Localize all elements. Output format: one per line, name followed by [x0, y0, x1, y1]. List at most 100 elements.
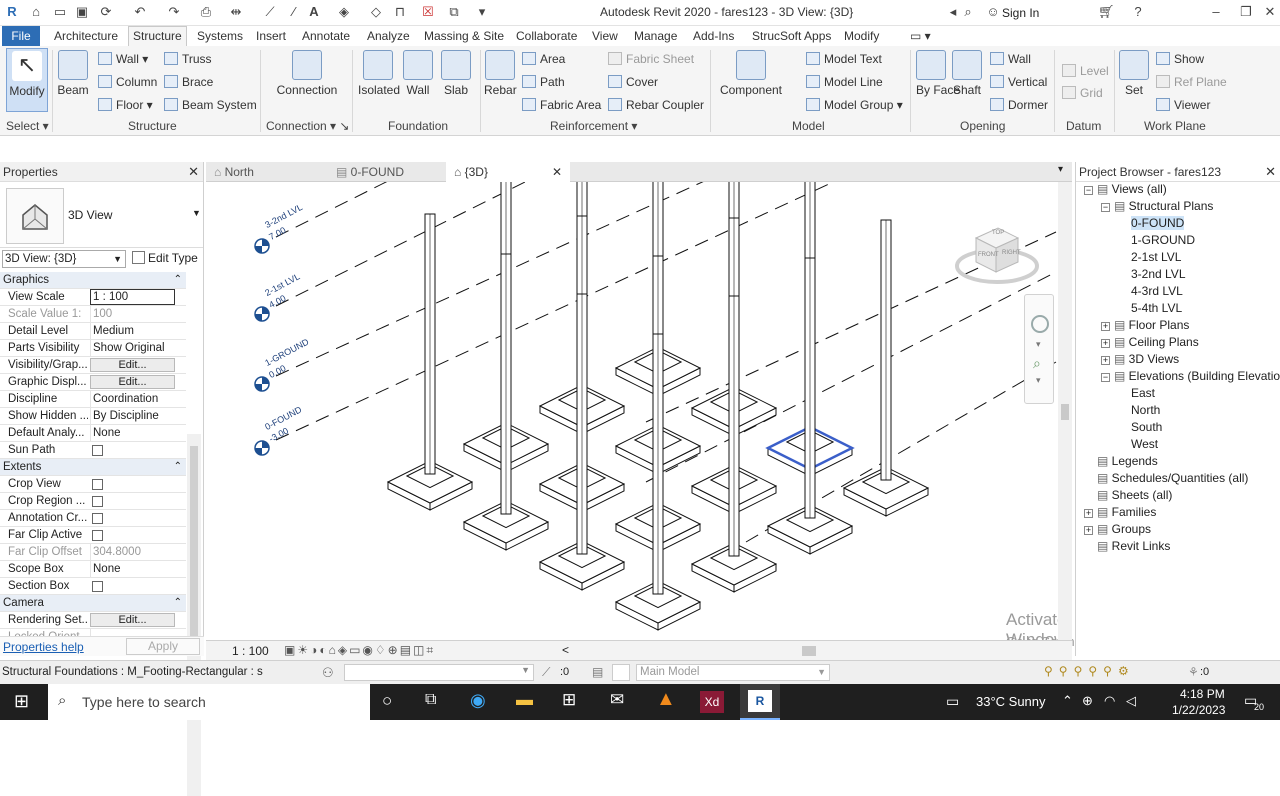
type-dropdown-icon[interactable]: ▼: [192, 208, 201, 218]
tab-3d-view[interactable]: ⌂ {3D} ✕: [446, 162, 570, 182]
browser-item[interactable]: 0-FOUND: [1118, 216, 1185, 230]
3d-view-icon[interactable]: ◈: [336, 4, 352, 20]
property-value[interactable]: Coordination: [90, 391, 184, 407]
close-properties-icon[interactable]: ✕: [188, 162, 199, 182]
browser-item[interactable]: ▤ Revit Links: [1084, 539, 1170, 553]
browser-item[interactable]: ▤ Legends: [1084, 454, 1158, 468]
collapse-section-icon[interactable]: ⌃: [174, 595, 182, 611]
browser-item[interactable]: North: [1118, 403, 1160, 417]
shaft-button[interactable]: Shaft: [950, 50, 984, 97]
level-button[interactable]: Level: [1062, 62, 1109, 80]
collapse-section-icon[interactable]: ⌃: [174, 272, 182, 288]
tab-insert[interactable]: Insert: [252, 28, 290, 46]
expand-icon[interactable]: +: [1101, 356, 1110, 365]
level-marker[interactable]: 1-GROUND 0.00: [254, 337, 310, 395]
property-checkbox[interactable]: [92, 445, 103, 456]
truss-button[interactable]: Truss: [164, 50, 212, 68]
save-icon[interactable]: ▣: [74, 4, 90, 20]
zoom-dropdown-icon[interactable]: ▾: [1036, 375, 1041, 386]
rebar-button[interactable]: Rebar: [484, 50, 517, 97]
browser-item[interactable]: 1-GROUND: [1118, 233, 1195, 247]
level-line[interactable]: [275, 182, 766, 307]
level-marker[interactable]: 3-2nd LVL 7.00: [254, 202, 304, 257]
switch-windows-icon[interactable]: ⧉: [446, 4, 462, 20]
properties-help-link[interactable]: Properties help: [3, 640, 84, 654]
binoculars-icon[interactable]: ⌕: [960, 4, 976, 20]
close-icon[interactable]: ✕: [1262, 4, 1278, 20]
clock-time[interactable]: 4:18 PM: [1180, 687, 1225, 701]
cart-icon[interactable]: 🛒︎: [1098, 4, 1115, 20]
weather-text[interactable]: 33°C Sunny: [976, 694, 1046, 709]
beam-system-button[interactable]: Beam System: [164, 96, 257, 114]
edit-button[interactable]: Edit...: [90, 613, 175, 627]
dimension-icon[interactable]: ⟋: [262, 4, 278, 20]
connection-button[interactable]: Connection: [272, 50, 342, 97]
browser-item[interactable]: South: [1118, 420, 1162, 434]
section-icon[interactable]: ◇: [368, 4, 384, 20]
dormer-button[interactable]: Dormer: [990, 96, 1048, 114]
browser-item[interactable]: 5-4th LVL: [1118, 301, 1182, 315]
close-browser-icon[interactable]: ✕: [1265, 162, 1276, 182]
design-options-icon[interactable]: ▤: [592, 665, 603, 679]
viewcube-front[interactable]: FRONT: [978, 252, 999, 258]
network-icon[interactable]: ⊕: [1082, 693, 1093, 709]
model-canvas[interactable]: [206, 182, 1058, 640]
expand-icon[interactable]: +: [1084, 526, 1093, 535]
close-view-tab-icon[interactable]: ✕: [552, 162, 562, 182]
tab-view[interactable]: View: [588, 28, 622, 46]
revit-logo-icon[interactable]: R: [4, 4, 20, 20]
rebar-coupler-button[interactable]: Rebar Coupler: [608, 96, 704, 114]
select-panel-label[interactable]: Select ▾: [6, 119, 49, 133]
vertical-opening-button[interactable]: Vertical: [990, 73, 1047, 91]
tab-add-ins[interactable]: Add-Ins: [689, 28, 738, 46]
worksharing-icon[interactable]: ⚇: [322, 665, 334, 681]
file-explorer-icon[interactable]: ▬: [516, 690, 533, 710]
view-scale-input[interactable]: 1 : 100: [90, 289, 175, 305]
mail-icon[interactable]: ✉: [610, 690, 624, 710]
tray-overflow-icon[interactable]: ⌃: [1062, 693, 1073, 709]
expand-icon[interactable]: +: [1101, 339, 1110, 348]
browser-item[interactable]: − ▤ Views (all): [1084, 182, 1167, 196]
sign-in-link[interactable]: Sign In: [1002, 6, 1039, 20]
model-group-button[interactable]: Model Group ▾: [806, 96, 903, 114]
instance-selector[interactable]: 3D View: {3D} ▼: [2, 250, 126, 268]
apply-button[interactable]: Apply: [126, 638, 200, 655]
cover-button[interactable]: Cover: [608, 73, 658, 91]
tab-massing-site[interactable]: Massing & Site: [420, 28, 508, 46]
wall-opening-button[interactable]: Wall: [990, 50, 1031, 68]
vlc-icon[interactable]: ▲: [656, 688, 676, 711]
property-checkbox[interactable]: [92, 581, 103, 592]
taskbar-search[interactable]: ⌕ Type here to search: [48, 684, 370, 720]
viewer-button[interactable]: Viewer: [1156, 96, 1210, 114]
level-line[interactable]: [275, 182, 1006, 441]
browser-item[interactable]: 3-2nd LVL: [1118, 267, 1186, 281]
set-work-plane-button[interactable]: Set: [1118, 50, 1150, 97]
3d-viewport[interactable]: 3-2nd LVL 7.00 2-1st LVL 4.00 1-GROUND 0.00 0-…: [206, 182, 1058, 640]
properties-scrollbar[interactable]: [187, 434, 201, 796]
browser-item[interactable]: + ▤ Families: [1084, 505, 1156, 519]
browser-item[interactable]: ▤ Sheets (all): [1084, 488, 1172, 502]
collapse-section-icon[interactable]: ⌃: [174, 459, 182, 475]
search-dropdown-icon[interactable]: ◂: [945, 4, 961, 20]
reinforcement-panel-label[interactable]: Reinforcement ▾: [550, 119, 637, 133]
fabric-area-button[interactable]: Fabric Area: [522, 96, 601, 114]
collapse-icon[interactable]: −: [1101, 373, 1110, 382]
browser-item[interactable]: + ▤ Ceiling Plans: [1101, 335, 1199, 349]
help-icon[interactable]: ?: [1130, 4, 1146, 20]
tab-file[interactable]: File: [2, 26, 40, 46]
customize-qat-icon[interactable]: ▾: [474, 4, 490, 20]
print-icon[interactable]: ⎙: [198, 4, 214, 20]
workset-dropdown[interactable]: ▼: [344, 664, 534, 681]
browser-item[interactable]: + ▤ Groups: [1084, 522, 1151, 536]
path-button[interactable]: Path: [522, 73, 565, 91]
browser-item[interactable]: West: [1118, 437, 1158, 451]
task-view-icon[interactable]: ⧉: [425, 691, 436, 709]
horizontal-scroll-left-icon[interactable]: <: [562, 643, 569, 657]
restore-icon[interactable]: ❐: [1238, 4, 1254, 20]
tag-icon[interactable]: ⁄: [286, 4, 302, 20]
property-section[interactable]: Extents ⌃: [0, 459, 186, 476]
property-value[interactable]: By Discipline: [90, 408, 184, 424]
tab-0-found-view[interactable]: ▤ 0-FOUND: [328, 162, 444, 182]
isolated-foundation-button[interactable]: Isolated: [358, 50, 400, 97]
tab-manage[interactable]: Manage: [630, 28, 681, 46]
